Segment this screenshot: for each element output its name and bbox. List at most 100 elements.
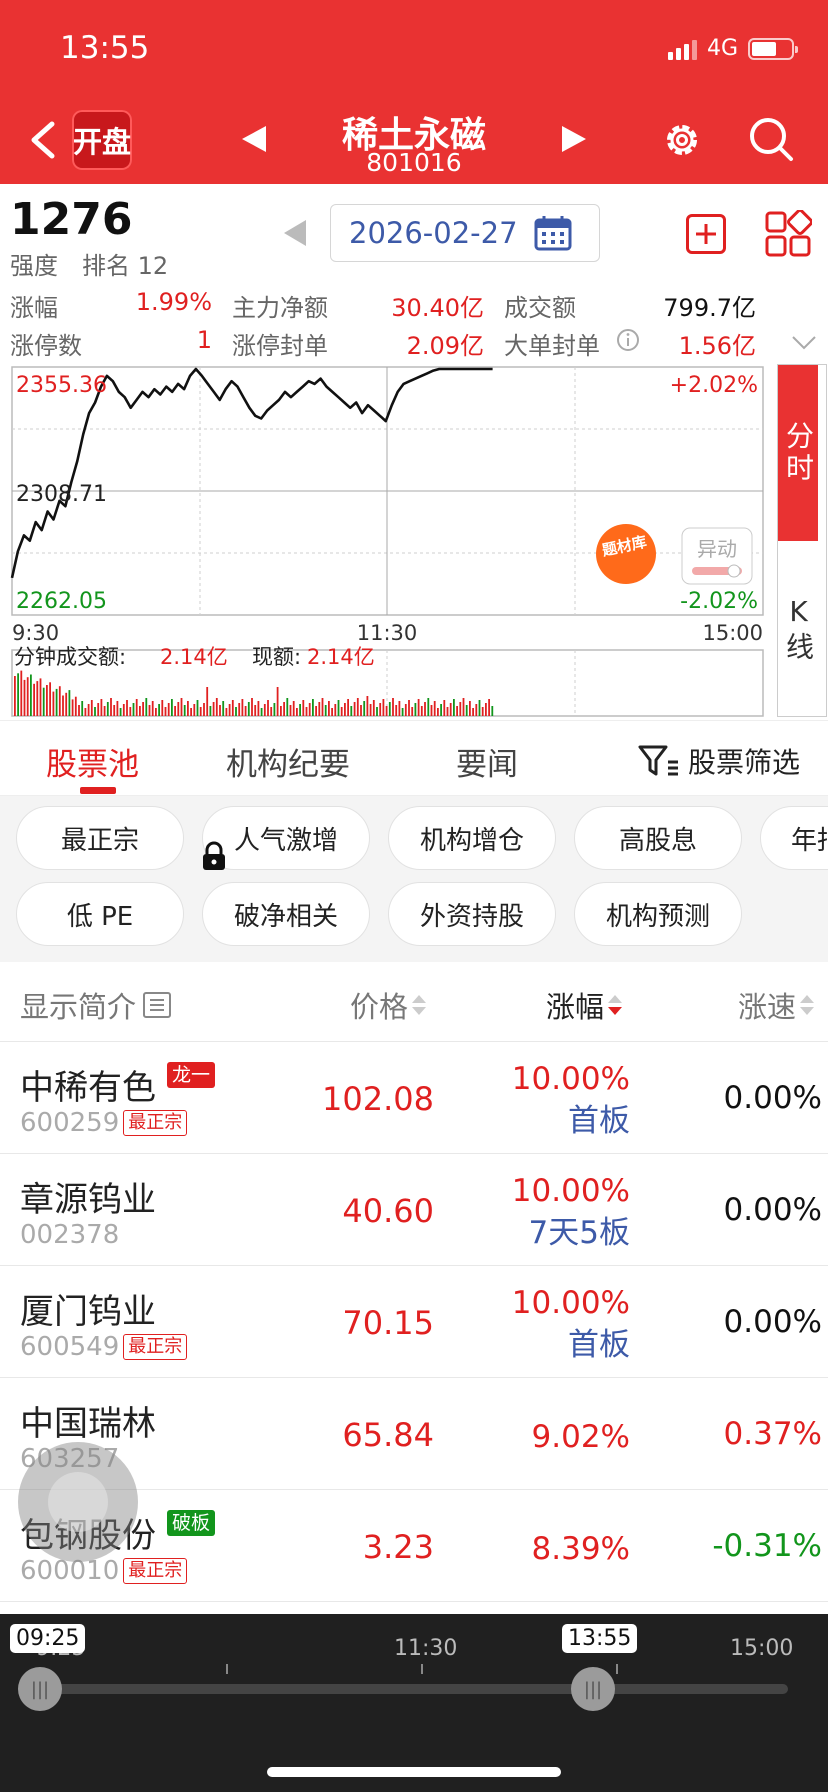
stock-code-wrap: 600259 最正宗 bbox=[20, 1108, 188, 1138]
table-row[interactable]: 中稀有色 龙一 600259 最正宗 102.08 10.00% 首板 0.00% bbox=[0, 1042, 828, 1154]
tab-stock-pool[interactable]: 股票池 bbox=[46, 739, 139, 784]
volume-bar bbox=[462, 698, 465, 716]
x-label-mid: 11:30 bbox=[357, 621, 418, 645]
volume-bar bbox=[151, 701, 154, 716]
add-watchlist-button[interactable] bbox=[686, 214, 726, 254]
volume-bar bbox=[385, 706, 388, 716]
chip-below-book[interactable]: 破净相关 bbox=[202, 882, 370, 946]
chip-popularity-surge[interactable]: 人气激增 bbox=[202, 806, 370, 870]
volume-bar bbox=[398, 701, 401, 716]
table-row[interactable]: 章源钨业 002378 40.60 10.00% 7天5板 0.00% bbox=[0, 1154, 828, 1266]
volume-bar bbox=[36, 681, 39, 716]
stock-code: 600259 bbox=[20, 1108, 120, 1138]
volume-bar bbox=[481, 707, 484, 716]
chip-institution-add[interactable]: 机构增仓 bbox=[388, 806, 556, 870]
volume-bar bbox=[427, 698, 430, 716]
volume-bar bbox=[42, 687, 45, 716]
volume-bar bbox=[424, 702, 426, 716]
stock-change-wrap: 9.02% bbox=[532, 1416, 630, 1458]
volume-bar bbox=[142, 702, 144, 716]
grid-icon[interactable] bbox=[764, 210, 812, 258]
volume-bar bbox=[74, 696, 77, 716]
network-label: 4G bbox=[706, 36, 738, 61]
search-icon[interactable] bbox=[748, 116, 794, 162]
volume-bar bbox=[437, 708, 439, 716]
expand-chevron-icon[interactable] bbox=[790, 334, 818, 352]
chip-institution-forecast[interactable]: 机构预测 bbox=[574, 882, 742, 946]
volume-bar bbox=[353, 702, 356, 716]
current-handle[interactable]: ||| bbox=[571, 1667, 615, 1711]
start-handle[interactable]: ||| bbox=[18, 1667, 62, 1711]
authentic-tag: 最正宗 bbox=[123, 1110, 188, 1136]
tab-news[interactable]: 要闻 bbox=[456, 739, 518, 784]
volume-bar bbox=[414, 703, 417, 716]
volume-bar bbox=[126, 700, 128, 716]
tab-kline[interactable]: K线 bbox=[778, 541, 818, 717]
abnormal-toggle[interactable]: 异动 bbox=[681, 527, 753, 585]
volume-bar bbox=[228, 704, 231, 716]
intraday-chart[interactable]: 2355.36 2308.71 2262.05 +2.02% -2.02% 题材… bbox=[0, 364, 828, 719]
volume-label: 分钟成交额: bbox=[14, 645, 126, 669]
header-name[interactable]: 显示简介 bbox=[20, 984, 172, 1026]
header-price[interactable]: 价格 bbox=[350, 984, 428, 1026]
volume-bar bbox=[103, 706, 106, 716]
volume-bar bbox=[395, 705, 398, 716]
chip-annual-report[interactable]: 年报 bbox=[760, 806, 828, 870]
volume-bar bbox=[219, 705, 221, 716]
timeline-track[interactable] bbox=[20, 1684, 788, 1694]
volume-bar bbox=[113, 705, 116, 716]
header-change[interactable]: 涨幅 bbox=[546, 984, 624, 1026]
volume-bar bbox=[334, 704, 337, 716]
volume-bar bbox=[401, 708, 404, 716]
volume-bar bbox=[17, 673, 19, 716]
volume-bar bbox=[58, 686, 61, 716]
tab-timeshare[interactable]: 分时 bbox=[778, 365, 818, 541]
volume-bar bbox=[459, 702, 462, 716]
replay-timeline: 9:25 11:30 15:00 09:25 13:55 ||| ||| bbox=[0, 1614, 828, 1792]
abnormal-label: 异动 bbox=[697, 537, 737, 561]
next-sector-icon[interactable] bbox=[560, 124, 588, 154]
gear-icon[interactable] bbox=[660, 118, 704, 162]
rank-label: 排名 12 bbox=[82, 252, 169, 280]
stock-price: 102.08 bbox=[322, 1080, 434, 1118]
header-speed[interactable]: 涨速 bbox=[738, 984, 816, 1026]
volume-bar bbox=[49, 682, 51, 716]
volume-bar bbox=[318, 702, 321, 716]
authentic-tag: 最正宗 bbox=[123, 1334, 188, 1360]
stock-filter-button[interactable]: 股票筛选 bbox=[638, 741, 800, 781]
sort-desc-icon bbox=[608, 995, 623, 1015]
chip-low-pe[interactable]: 低 PE bbox=[16, 882, 184, 946]
volume-bar bbox=[356, 698, 359, 716]
volume-bar bbox=[260, 708, 263, 716]
volume-bar bbox=[87, 704, 90, 716]
battery-icon bbox=[748, 37, 798, 60]
volume-bar bbox=[247, 702, 250, 716]
assistive-touch-button[interactable] bbox=[18, 1442, 138, 1562]
plus-icon bbox=[696, 224, 716, 244]
volume-bar bbox=[174, 706, 176, 716]
stock-filter-label: 股票筛选 bbox=[688, 746, 801, 779]
date-picker[interactable]: 2026-02-27 bbox=[330, 204, 600, 262]
filter-icon bbox=[638, 745, 678, 776]
volume-bar bbox=[276, 687, 279, 716]
chip-foreign-holding[interactable]: 外资持股 bbox=[388, 882, 556, 946]
sort-icon bbox=[412, 995, 427, 1015]
header-speed-label: 涨速 bbox=[738, 990, 797, 1024]
volume-bar bbox=[363, 701, 366, 716]
stock-code-wrap: 600010 最正宗 bbox=[20, 1556, 188, 1586]
volume-bar bbox=[379, 703, 382, 716]
volume-bar bbox=[68, 690, 71, 716]
prev-date-icon[interactable] bbox=[282, 218, 308, 248]
y-bottom-label: 2262.05 bbox=[16, 589, 107, 614]
chart-mode-tabs: 分时 K线 bbox=[777, 364, 827, 717]
lock-icon bbox=[203, 841, 225, 870]
y-mid-label: 2308.71 bbox=[16, 482, 107, 507]
volume-bar bbox=[199, 707, 202, 716]
chip-most-authentic[interactable]: 最正宗 bbox=[16, 806, 184, 870]
chip-high-dividend[interactable]: 高股息 bbox=[574, 806, 742, 870]
theme-library-badge[interactable]: 题材库 bbox=[596, 524, 656, 584]
tab-institution-notes[interactable]: 机构纪要 bbox=[226, 739, 350, 784]
volume-bar bbox=[52, 691, 55, 716]
volume-bar bbox=[171, 699, 173, 716]
table-row[interactable]: 厦门钨业 600549 最正宗 70.15 10.00% 首板 0.00% bbox=[0, 1266, 828, 1378]
